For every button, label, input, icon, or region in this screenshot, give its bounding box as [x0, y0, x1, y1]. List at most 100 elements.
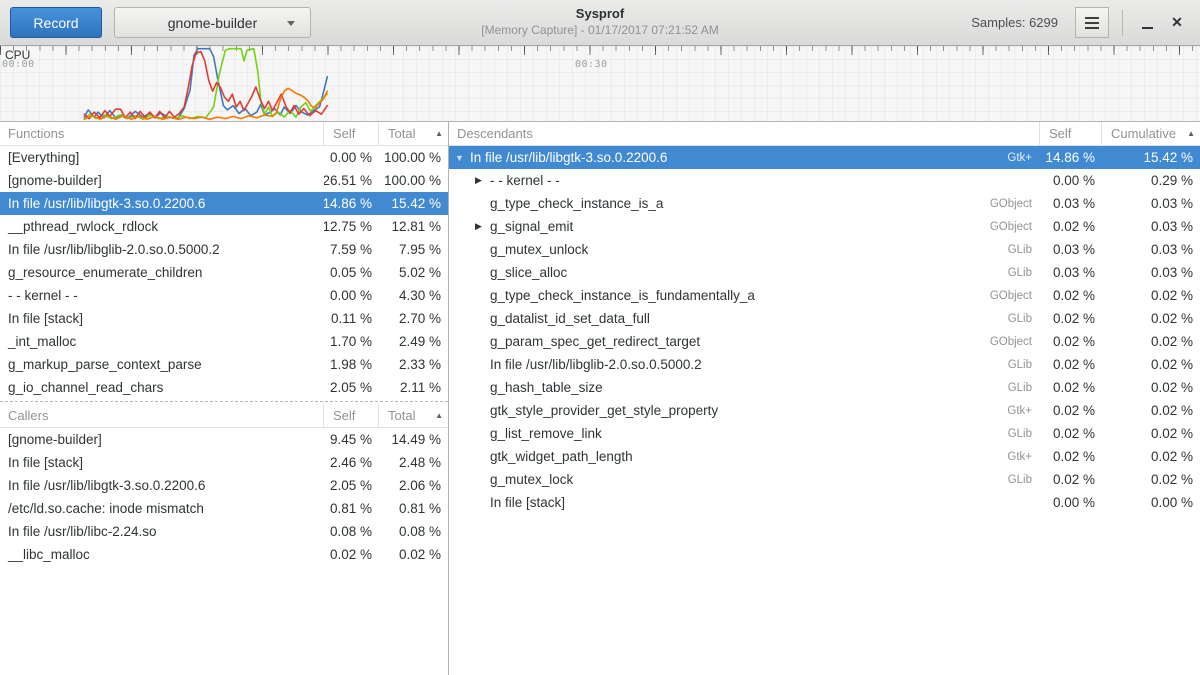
function-name-cell: g_type_check_instance_is_aGObject [449, 192, 1040, 215]
column-header-self[interactable]: Self [324, 122, 379, 145]
table-row[interactable]: [Everything]0.00 %100.00 % [0, 146, 448, 169]
percent-value: 7.95 % [379, 238, 448, 261]
table-row[interactable]: g_hash_table_sizeGLib0.02 %0.02 % [449, 376, 1200, 399]
table-row[interactable]: In file [stack]0.00 %0.00 % [449, 491, 1200, 514]
table-row[interactable]: g_mutex_lockGLib0.02 %0.02 % [449, 468, 1200, 491]
table-row[interactable]: _int_malloc1.70 %2.49 % [0, 330, 448, 353]
descendants-header: Descendants Self Cumulative ▲ [449, 122, 1200, 146]
close-button[interactable]: ✕ [1162, 8, 1192, 38]
percent-value: 0.02 % [324, 543, 379, 566]
callers-rows: [gnome-builder]9.45 %14.49 %In file [sta… [0, 428, 448, 675]
percent-value: 0.00 % [1102, 491, 1200, 514]
table-row[interactable]: - - kernel - -0.00 %4.30 % [0, 284, 448, 307]
minimize-button[interactable] [1132, 8, 1162, 38]
percent-value: 0.03 % [1040, 261, 1102, 284]
function-name: g_hash_table_size [490, 380, 603, 395]
column-header-total[interactable]: Total ▲ [379, 122, 448, 145]
percent-value: 100.00 % [379, 146, 448, 169]
function-name-cell: In file /usr/lib/libglib-2.0.so.0.5000.2… [449, 353, 1040, 376]
percent-value: 0.00 % [324, 284, 379, 307]
pane-splitter-handle[interactable] [0, 399, 448, 404]
percent-value: 0.02 % [1102, 399, 1200, 422]
function-name: g_param_spec_get_redirect_target [490, 334, 700, 349]
column-header-callers[interactable]: Callers [0, 404, 324, 427]
time-label-mid: 00:30 [575, 59, 608, 70]
library-tag: GObject [990, 336, 1040, 348]
table-row[interactable]: In file [stack]2.46 %2.48 % [0, 451, 448, 474]
table-row[interactable]: ▶g_signal_emitGObject0.02 %0.03 % [449, 215, 1200, 238]
column-header-label: Total [388, 408, 415, 423]
table-row[interactable]: ▶- - kernel - -0.00 %0.29 % [449, 169, 1200, 192]
function-name-cell: g_slice_allocGLib [449, 261, 1040, 284]
table-row[interactable]: In file /usr/lib/libgtk-3.so.0.2200.62.0… [0, 474, 448, 497]
function-name: g_list_remove_link [490, 426, 602, 441]
record-button[interactable]: Record [10, 7, 102, 38]
table-row[interactable]: In file /usr/lib/libglib-2.0.so.0.5000.2… [0, 238, 448, 261]
table-row[interactable]: g_io_channel_read_chars2.05 %2.11 % [0, 376, 448, 399]
function-name: /etc/ld.so.cache: inode mismatch [8, 501, 204, 516]
library-tag: GLib [1008, 382, 1040, 394]
function-name: __libc_malloc [8, 547, 90, 562]
table-row[interactable]: g_param_spec_get_redirect_targetGObject0… [449, 330, 1200, 353]
table-row[interactable]: gtk_widget_path_lengthGtk+0.02 %0.02 % [449, 445, 1200, 468]
minimize-icon [1142, 27, 1153, 29]
percent-value: 0.02 % [1040, 445, 1102, 468]
percent-value: 1.70 % [324, 330, 379, 353]
cpu-graph[interactable]: CPU 00:00 00:30 [0, 46, 1200, 122]
table-row[interactable]: In file [stack]0.11 %2.70 % [0, 307, 448, 330]
column-header-descendants[interactable]: Descendants [449, 122, 1040, 145]
column-header-cumulative[interactable]: Cumulative ▲ [1102, 122, 1200, 145]
percent-value: 0.02 % [1040, 376, 1102, 399]
table-row[interactable]: In file /usr/lib/libglib-2.0.so.0.5000.2… [449, 353, 1200, 376]
percent-value: 0.29 % [1102, 169, 1200, 192]
function-name-cell: g_markup_parse_context_parse [0, 353, 324, 376]
function-name-cell: g_param_spec_get_redirect_target GObject [449, 330, 1040, 353]
table-row[interactable]: In file /usr/lib/libgtk-3.so.0.2200.614.… [0, 192, 448, 215]
function-name-cell: In file [stack] [0, 451, 324, 474]
function-name-cell: ▶g_signal_emitGObject [449, 215, 1040, 238]
chevron-down-icon [287, 21, 295, 26]
column-header-total[interactable]: Total ▲ [379, 404, 448, 427]
function-name-cell: In file /usr/lib/libgtk-3.so.0.2200.6 [0, 192, 324, 215]
table-row[interactable]: /etc/ld.so.cache: inode mismatch0.81 %0.… [0, 497, 448, 520]
percent-value: 0.08 % [324, 520, 379, 543]
expander-closed-icon[interactable]: ▶ [475, 175, 490, 186]
table-row[interactable]: g_list_remove_linkGLib0.02 %0.02 % [449, 422, 1200, 445]
table-row[interactable]: g_datalist_id_set_data_fullGLib0.02 %0.0… [449, 307, 1200, 330]
column-header-functions[interactable]: Functions [0, 122, 324, 145]
percent-value: 2.70 % [379, 307, 448, 330]
table-row[interactable]: ▼In file /usr/lib/libgtk-3.so.0.2200.6Gt… [449, 146, 1200, 169]
table-row[interactable]: g_type_check_instance_is_aGObject0.03 %0… [449, 192, 1200, 215]
column-header-label: Cumulative [1111, 126, 1176, 141]
table-row[interactable]: g_mutex_unlockGLib0.03 %0.03 % [449, 238, 1200, 261]
function-name-cell: In file /usr/lib/libglib-2.0.so.0.5000.2 [0, 238, 324, 261]
cpu-series-cpu2 [84, 52, 327, 119]
expander-open-icon[interactable]: ▼ [455, 153, 470, 163]
function-name: In file /usr/lib/libgtk-3.so.0.2200.6 [8, 196, 205, 211]
percent-value: 4.30 % [379, 284, 448, 307]
column-header-self[interactable]: Self [324, 404, 379, 427]
table-row[interactable]: [gnome-builder]9.45 %14.49 % [0, 428, 448, 451]
function-name-cell: - - kernel - - [0, 284, 324, 307]
close-icon: ✕ [1171, 14, 1183, 31]
column-header-self[interactable]: Self [1040, 122, 1102, 145]
table-row[interactable]: g_markup_parse_context_parse1.98 %2.33 % [0, 353, 448, 376]
function-name-cell: In file [stack] [0, 307, 324, 330]
process-selector-dropdown[interactable]: gnome-builder [114, 7, 311, 38]
titlebar-separator [1122, 10, 1123, 36]
table-row[interactable]: In file /usr/lib/libc-2.24.so0.08 %0.08 … [0, 520, 448, 543]
table-row[interactable]: __libc_malloc0.02 %0.02 % [0, 543, 448, 566]
functions-callers-pane: Functions Self Total ▲ [Everything]0.00 … [0, 122, 449, 675]
menu-button[interactable] [1075, 7, 1109, 38]
table-row[interactable]: gtk_style_provider_get_style_propertyGtk… [449, 399, 1200, 422]
table-row[interactable]: g_slice_allocGLib0.03 %0.03 % [449, 261, 1200, 284]
table-row[interactable]: g_resource_enumerate_children0.05 %5.02 … [0, 261, 448, 284]
table-row[interactable]: __pthread_rwlock_rdlock12.75 %12.81 % [0, 215, 448, 238]
function-name-cell: g_type_check_instance_is_fundamentally_a… [449, 284, 1040, 307]
table-row[interactable]: g_type_check_instance_is_fundamentally_a… [449, 284, 1200, 307]
table-row[interactable]: [gnome-builder]26.51 %100.00 % [0, 169, 448, 192]
percent-value: 0.03 % [1102, 192, 1200, 215]
samples-count: Samples: 6299 [971, 15, 1058, 30]
function-name: In file /usr/lib/libglib-2.0.so.0.5000.2 [8, 242, 220, 257]
expander-closed-icon[interactable]: ▶ [475, 221, 490, 232]
